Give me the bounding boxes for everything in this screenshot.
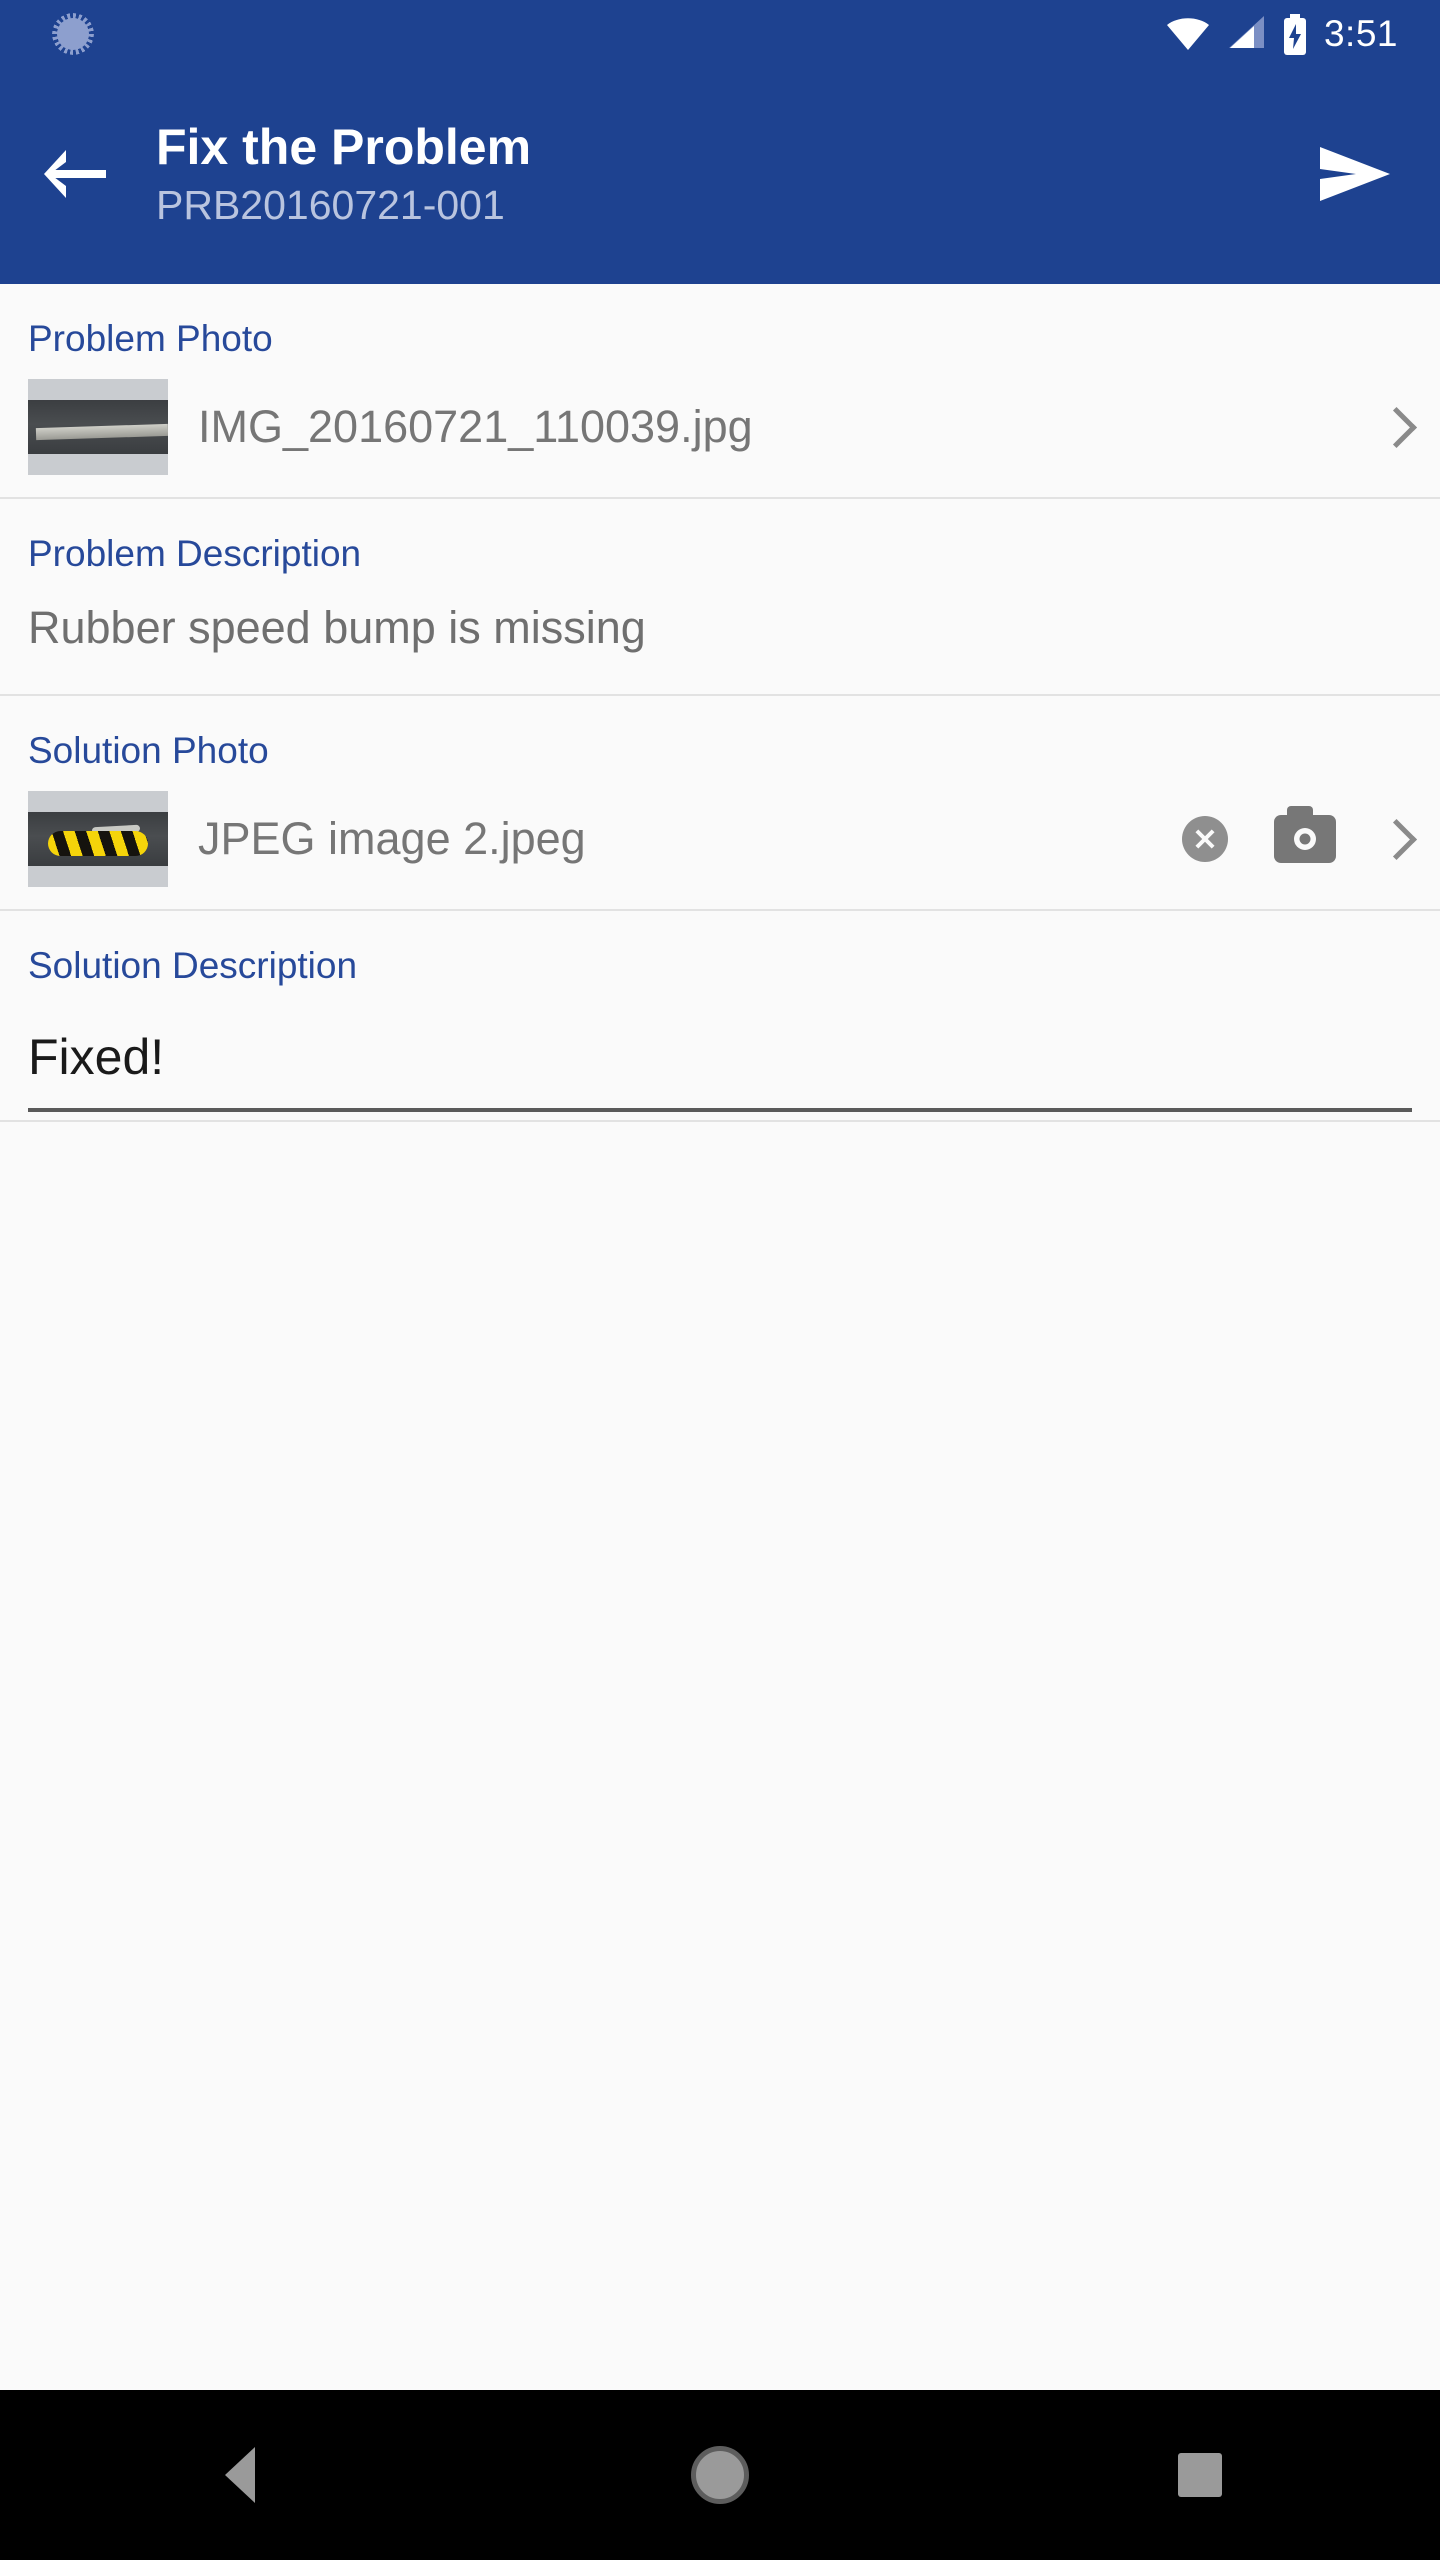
page-title: Fix the Problem	[156, 119, 532, 176]
nav-home-icon	[691, 2446, 749, 2504]
solution-photo-label: Solution Photo	[28, 730, 269, 771]
chevron-right-icon[interactable]	[1382, 819, 1406, 859]
problem-photo-filename: IMG_20160721_110039.jpg	[198, 401, 753, 452]
nav-back-icon	[225, 2447, 255, 2503]
section-problem-description: Problem Description Rubber speed bump is…	[0, 499, 1440, 694]
page-subtitle: PRB20160721-001	[156, 182, 505, 229]
section-solution-description: Solution Description Fixed!	[0, 911, 1440, 1120]
system-nav-bar	[0, 2390, 1440, 2560]
empty-space	[0, 1122, 1440, 2222]
back-button[interactable]	[0, 68, 150, 284]
problem-photo-row[interactable]: IMG_20160721_110039.jpg	[28, 357, 1412, 497]
clear-circle-icon[interactable]	[1182, 816, 1228, 862]
nav-home-button[interactable]	[620, 2390, 820, 2560]
problem-photo-label: Problem Photo	[28, 318, 273, 359]
form-content: Problem Photo IMG_20160721_110039.jpg Pr…	[0, 284, 1440, 2390]
notification-spinner-icon	[50, 11, 96, 57]
solution-description-label: Solution Description	[28, 945, 358, 986]
problem-photo-actions	[1382, 407, 1412, 447]
send-button[interactable]	[1270, 143, 1440, 210]
toolbar-titles: Fix the Problem PRB20160721-001	[150, 119, 1270, 232]
solution-description-input[interactable]: Fixed!	[28, 1028, 1412, 1112]
status-bar-right: 3:51	[1166, 13, 1440, 55]
solution-photo-row[interactable]: JPEG image 2.jpeg	[28, 769, 1412, 909]
back-arrow-icon	[40, 146, 110, 207]
solution-description-input-wrap: Fixed!	[28, 984, 1412, 1120]
cellular-signal-icon	[1226, 15, 1266, 54]
camera-icon[interactable]	[1274, 806, 1336, 863]
nav-recents-button[interactable]	[1100, 2390, 1300, 2560]
solution-photo-filename: JPEG image 2.jpeg	[198, 813, 586, 864]
app-toolbar: Fix the Problem PRB20160721-001	[0, 68, 1440, 284]
status-bar-left	[0, 11, 1166, 57]
nav-back-button[interactable]	[140, 2390, 340, 2560]
wifi-icon	[1166, 17, 1210, 51]
problem-description-value: Rubber speed bump is missing	[28, 602, 646, 653]
send-icon	[1316, 143, 1394, 210]
section-problem-photo: Problem Photo IMG_20160721_110039.jpg	[0, 284, 1440, 497]
app-screen: 3:51 Fix the Problem PRB20160721-001 Pro…	[0, 0, 1440, 2560]
solution-photo-thumbnail[interactable]	[28, 791, 168, 887]
status-bar: 3:51	[0, 0, 1440, 68]
problem-photo-thumbnail[interactable]	[28, 379, 168, 475]
solution-photo-actions	[1182, 806, 1412, 863]
battery-charging-icon	[1282, 14, 1308, 55]
problem-description-label: Problem Description	[28, 533, 362, 574]
chevron-right-icon[interactable]	[1382, 407, 1406, 447]
status-bar-clock: 3:51	[1323, 13, 1398, 54]
nav-recents-icon	[1178, 2453, 1222, 2497]
section-solution-photo: Solution Photo JPEG image 2.jpeg	[0, 696, 1440, 909]
